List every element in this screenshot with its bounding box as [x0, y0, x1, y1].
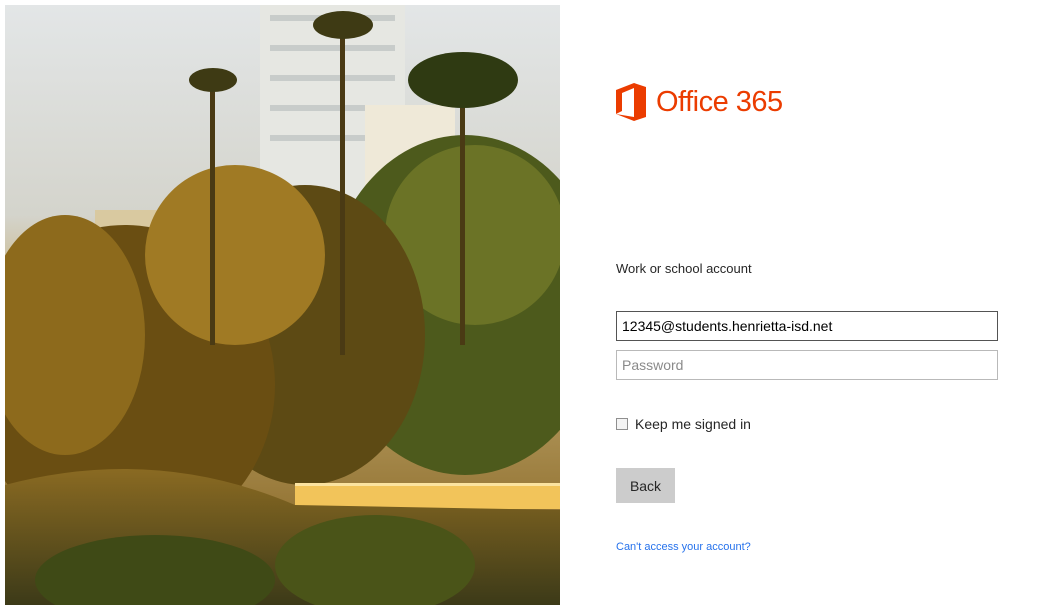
- cant-access-account-link[interactable]: Can't access your account?: [616, 541, 751, 553]
- logo-text: Office 365: [656, 85, 783, 118]
- hero-illustration: [5, 5, 560, 605]
- keep-signed-in-checkbox[interactable]: [616, 418, 628, 430]
- hero-image-palm-trees: [5, 5, 560, 605]
- office-365-logo: Office 365: [614, 82, 783, 122]
- account-type-label: Work or school account: [616, 261, 752, 276]
- sign-in-panel: Office 365 Work or school account Keep m…: [560, 0, 1062, 607]
- password-input[interactable]: [616, 350, 998, 380]
- office-logo-icon: [616, 83, 646, 121]
- keep-signed-in-row[interactable]: Keep me signed in: [616, 416, 751, 432]
- back-button[interactable]: Back: [616, 468, 675, 503]
- sign-in-page: Office 365 Work or school account Keep m…: [0, 0, 1062, 607]
- keep-signed-in-label: Keep me signed in: [635, 416, 751, 432]
- email-input[interactable]: [616, 311, 998, 341]
